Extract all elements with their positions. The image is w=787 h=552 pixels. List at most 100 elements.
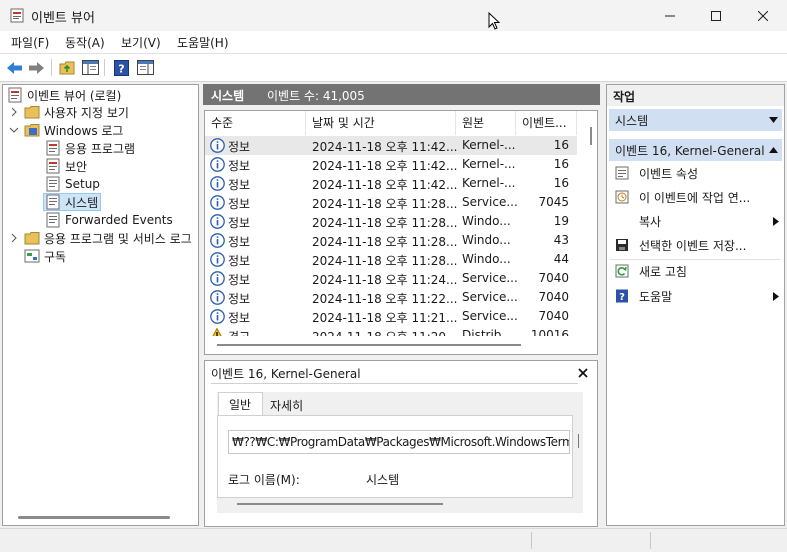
- column-header-source[interactable]: 원본: [456, 111, 516, 135]
- horizontal-scrollbar[interactable]: [217, 344, 521, 346]
- close-button[interactable]: [740, 0, 786, 31]
- chevron-right-icon[interactable]: [9, 107, 19, 117]
- info-icon: [210, 309, 225, 324]
- menu-view[interactable]: 보기(V): [121, 34, 161, 51]
- table-row[interactable]: 정보 2024-11-18 오후 11:28... Service... 7045: [205, 193, 577, 212]
- show-hide-action-button[interactable]: [136, 58, 155, 77]
- event-description-box[interactable]: ₩??₩C:₩ProgramData₩Packages₩Microsoft.Wi…: [228, 430, 570, 454]
- arrow-left-icon: [7, 61, 22, 74]
- toolbar: ?: [0, 54, 787, 82]
- column-header-datetime[interactable]: 날짜 및 시간: [306, 111, 456, 135]
- subscriptions-icon: [24, 249, 40, 263]
- tree-item-custom-views[interactable]: 사용자 지정 보기: [24, 103, 129, 121]
- info-icon: [210, 195, 225, 210]
- tree-item-app-services[interactable]: 응용 프로그램 및 서비스 로그: [24, 229, 196, 247]
- back-button[interactable]: [5, 58, 24, 77]
- table-row[interactable]: 정보 2024-11-18 오후 11:21... Service... 7040: [205, 307, 577, 326]
- forward-button[interactable]: [27, 58, 46, 77]
- table-row[interactable]: 정보 2024-11-18 오후 11:28... Windo... 44: [205, 250, 577, 269]
- cell-level: 정보: [228, 178, 251, 192]
- cell-level: 정보: [228, 197, 251, 211]
- status-separator: [531, 532, 532, 549]
- actions-section-system[interactable]: 시스템: [609, 109, 782, 131]
- event-detail-panel: 이벤트 16, Kernel-General 일반 자세히 ₩??₩C:₩Pro…: [204, 360, 598, 527]
- maximize-button[interactable]: [693, 0, 739, 31]
- tree-item-forwarded-events[interactable]: Forwarded Events: [45, 211, 173, 229]
- action-help[interactable]: ? 도움말: [610, 285, 782, 307]
- close-icon[interactable]: [578, 368, 588, 378]
- info-icon: [210, 157, 225, 172]
- log-icon: [46, 212, 60, 228]
- table-row[interactable]: 정보 2024-11-18 오후 11:24... Service... 7040: [205, 269, 577, 288]
- actions-panel: 작업 시스템 이벤트 16, Kernel-General 이벤트 속성 이 이…: [606, 84, 785, 526]
- refresh-icon: [615, 264, 629, 278]
- action-refresh[interactable]: 새로 고침: [610, 260, 782, 282]
- up-folder-button[interactable]: [58, 58, 77, 77]
- navigation-tree-panel: 이벤트 뷰어 (로컬) 사용자 지정 보기 Windows 로그 응용 프로그램…: [2, 84, 199, 526]
- column-header-event-id[interactable]: 이벤트...: [516, 111, 577, 135]
- show-hide-tree-button[interactable]: [81, 58, 100, 77]
- table-row[interactable]: 정보 2024-11-18 오후 11:42... Kernel-... 16: [205, 136, 577, 155]
- tree-item-application-log[interactable]: 응용 프로그램: [45, 139, 135, 157]
- tab-content: ₩??₩C:₩ProgramData₩Packages₩Microsoft.Wi…: [217, 415, 579, 498]
- menu-file[interactable]: 파일(F): [11, 34, 49, 51]
- cell-datetime: 2024-11-18 오후 11:28...: [312, 254, 458, 268]
- tree-item-root[interactable]: 이벤트 뷰어 (로컬): [7, 86, 121, 104]
- info-icon: [210, 290, 225, 305]
- actions-section-event[interactable]: 이벤트 16, Kernel-General: [609, 139, 782, 161]
- cell-event-id: 19: [553, 214, 569, 228]
- tree-item-label: Forwarded Events: [65, 213, 173, 227]
- cell-level: 정보: [228, 216, 251, 230]
- tree-item-setup-log[interactable]: Setup: [45, 175, 100, 193]
- cell-event-id: 43: [553, 233, 569, 247]
- chevron-right-icon[interactable]: [9, 233, 19, 243]
- tab-details[interactable]: 자세히: [267, 395, 312, 415]
- table-row[interactable]: 경고 2024-11-18 오후 11:20... Distrib... 10016: [205, 326, 577, 336]
- cell-source: Service...: [462, 271, 518, 285]
- action-label: 이벤트 속성: [639, 166, 699, 181]
- event-viewer-icon: [8, 87, 22, 103]
- action-label: 도움말: [639, 289, 673, 304]
- table-row[interactable]: 정보 2024-11-18 오후 11:28... Windo... 19: [205, 212, 577, 231]
- action-attach-task[interactable]: 이 이벤트에 작업 연...: [610, 186, 782, 208]
- minimize-button[interactable]: [647, 0, 693, 31]
- column-header-level[interactable]: 수준: [205, 111, 306, 135]
- table-row[interactable]: 정보 2024-11-18 오후 11:28... Windo... 43: [205, 231, 577, 250]
- tab-label: 일반: [229, 398, 252, 412]
- info-icon: [210, 271, 225, 286]
- cell-source: Kernel-...: [462, 138, 516, 152]
- cell-level: 정보: [228, 273, 251, 287]
- chevron-down-icon[interactable]: [9, 125, 19, 135]
- horizontal-scrollbar[interactable]: [237, 503, 443, 505]
- tab-general[interactable]: 일반: [218, 392, 263, 416]
- log-icon: [46, 176, 60, 192]
- cell-event-id: 16: [553, 176, 569, 190]
- action-save-selected[interactable]: 선택한 이벤트 저장...: [610, 234, 782, 256]
- action-copy[interactable]: 복사: [610, 210, 782, 232]
- tree-item-windows-logs[interactable]: Windows 로그: [24, 121, 123, 139]
- action-label: 복사: [639, 214, 662, 229]
- event-viewer-icon: [10, 8, 24, 23]
- toolbar-separator: [51, 59, 52, 76]
- cell-datetime: 2024-11-18 오후 11:21...: [312, 311, 458, 325]
- vertical-scrollbar[interactable]: [590, 127, 592, 145]
- menu-action[interactable]: 동작(A): [65, 34, 105, 51]
- cell-event-id: 16: [553, 138, 569, 152]
- folder-log-icon: [24, 124, 40, 137]
- tree-item-system-log[interactable]: 시스템: [43, 193, 102, 211]
- title-bar: 이벤트 뷰어: [0, 0, 787, 31]
- table-row[interactable]: 정보 2024-11-18 오후 11:42... Kernel-... 16: [205, 155, 577, 174]
- svg-text:?: ?: [619, 292, 625, 303]
- action-event-properties[interactable]: 이벤트 속성: [610, 162, 782, 184]
- cell-level: 정보: [228, 140, 251, 154]
- help-book-icon: ?: [616, 289, 628, 303]
- menu-help[interactable]: 도움말(H): [177, 34, 229, 51]
- horizontal-scrollbar[interactable]: [18, 516, 170, 519]
- table-row[interactable]: 정보 2024-11-18 오후 11:22... Service... 7040: [205, 288, 577, 307]
- cell-event-id: 7040: [538, 309, 569, 323]
- tree-item-subscriptions[interactable]: 구독: [24, 247, 66, 265]
- table-row[interactable]: 정보 2024-11-18 오후 11:42... Kernel-... 16: [205, 174, 577, 193]
- tree-item-security-log[interactable]: 보안: [45, 157, 87, 175]
- cell-source: Kernel-...: [462, 176, 516, 190]
- help-toolbar-button[interactable]: ?: [112, 58, 131, 77]
